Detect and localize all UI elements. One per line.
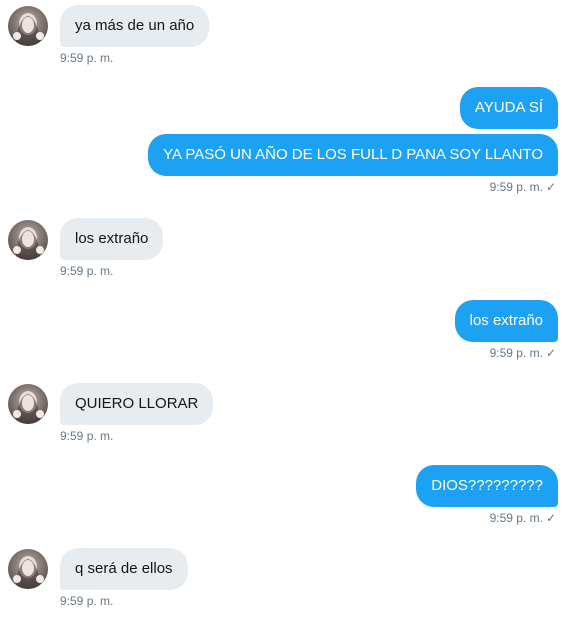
contact-avatar[interactable]: [8, 384, 48, 424]
message-timestamp: 9:59 p. m.: [60, 429, 114, 443]
message-bubble-incoming[interactable]: QUIERO LLORAR: [60, 383, 214, 425]
message-text: ya más de un año: [75, 17, 195, 34]
message-bubble-incoming[interactable]: ya más de un año: [60, 5, 210, 47]
message-timestamp: 9:59 p. m.: [60, 594, 114, 608]
message-bubble-outgoing[interactable]: los extraño: [454, 300, 558, 342]
message-timestamp: 9:59 p. m. ✓: [489, 511, 556, 525]
contact-avatar[interactable]: [8, 220, 48, 260]
message-bubble-outgoing[interactable]: YA PASÓ UN AÑO DE LOS FULL D PANA SOY LL…: [148, 134, 558, 176]
message-text: q será de ellos: [75, 560, 173, 577]
message-text: AYUDA SÍ: [474, 99, 543, 116]
message-bubble-incoming[interactable]: los extraño: [60, 218, 164, 260]
message-timestamp: 9:59 p. m. ✓: [489, 180, 556, 194]
message-bubble-outgoing[interactable]: AYUDA SÍ: [459, 87, 558, 129]
message-bubble-outgoing[interactable]: DIOS?????????: [416, 465, 558, 507]
message-timestamp: 9:59 p. m.: [60, 264, 114, 278]
contact-avatar[interactable]: [8, 549, 48, 589]
message-text: los extraño: [469, 312, 543, 329]
message-text: los extraño: [75, 230, 149, 247]
checkmark-icon: ✓: [545, 346, 556, 360]
message-timestamp: 9:59 p. m.: [60, 51, 114, 65]
message-text: DIOS?????????: [431, 477, 543, 494]
message-text: QUIERO LLORAR: [75, 395, 199, 412]
message-bubble-incoming[interactable]: q será de ellos: [60, 548, 188, 590]
checkmark-icon: ✓: [545, 180, 556, 194]
message-text: YA PASÓ UN AÑO DE LOS FULL D PANA SOY LL…: [163, 146, 543, 163]
message-timestamp: 9:59 p. m. ✓: [489, 346, 556, 360]
checkmark-icon: ✓: [545, 511, 556, 525]
contact-avatar[interactable]: [8, 6, 48, 46]
